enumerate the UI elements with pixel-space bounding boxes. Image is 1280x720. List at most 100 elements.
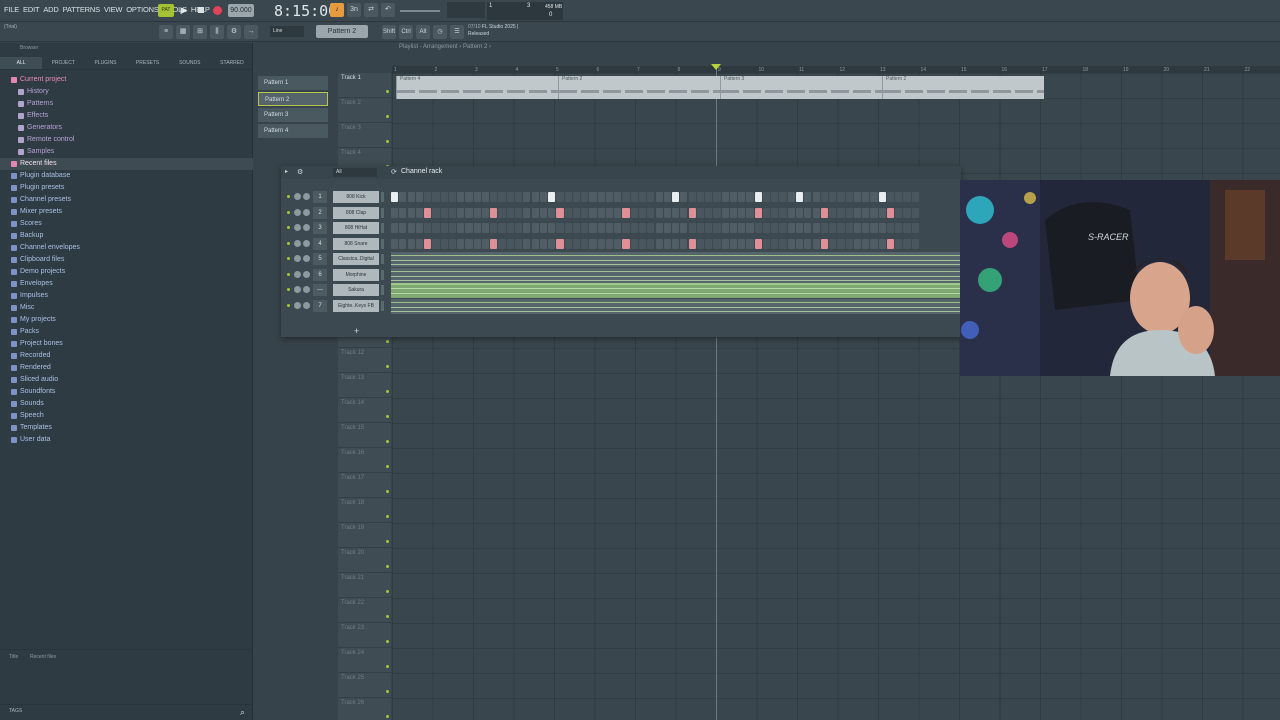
track-mute-led[interactable]: [386, 140, 389, 143]
step-button[interactable]: [672, 223, 680, 233]
menu-edit[interactable]: EDIT: [23, 5, 40, 14]
step-button[interactable]: [498, 238, 506, 249]
step-button[interactable]: [886, 223, 895, 233]
step-button[interactable]: [713, 207, 721, 218]
step-button[interactable]: [589, 223, 597, 233]
step-button[interactable]: [812, 238, 820, 249]
step-button[interactable]: [523, 238, 531, 249]
channel-piano-roll-preview[interactable]: [391, 267, 961, 283]
channel-pan-knob[interactable]: [294, 239, 301, 247]
step-button[interactable]: [721, 223, 729, 233]
step-button[interactable]: [862, 223, 870, 233]
step-button[interactable]: [771, 223, 779, 233]
play-button[interactable]: ▶: [177, 4, 191, 17]
step-button[interactable]: [407, 223, 415, 233]
step-button[interactable]: [862, 192, 870, 202]
channel-select-indicator[interactable]: [381, 192, 384, 202]
step-button[interactable]: [539, 238, 547, 249]
step-button[interactable]: [605, 207, 614, 218]
channel-select-indicator[interactable]: [381, 269, 384, 280]
channel-name-button[interactable]: Morphine: [333, 268, 379, 281]
step-button[interactable]: [432, 192, 440, 202]
step-button[interactable]: [498, 223, 506, 233]
track-mute-led[interactable]: [386, 540, 389, 543]
step-button[interactable]: [589, 238, 597, 249]
tempo-display[interactable]: 90.000: [228, 4, 254, 17]
step-button[interactable]: [490, 238, 498, 249]
menu-view[interactable]: VIEW: [104, 5, 123, 14]
pattern-clip[interactable]: Pattern 4: [396, 76, 558, 99]
step-button[interactable]: [762, 207, 771, 218]
step-button[interactable]: [572, 223, 581, 233]
step-button[interactable]: [713, 238, 721, 249]
tab-plugins[interactable]: PLUGINS: [84, 57, 126, 69]
step-button[interactable]: [647, 207, 655, 218]
channel-pan-knob[interactable]: [294, 193, 301, 200]
step-button[interactable]: [564, 238, 572, 249]
step-button[interactable]: [424, 238, 432, 249]
step-button[interactable]: [862, 238, 870, 249]
plugin-icon[interactable]: ⚙: [227, 25, 241, 39]
pattern-picker-item[interactable]: Pattern 1: [258, 76, 328, 90]
step-button[interactable]: [663, 238, 671, 249]
track-header[interactable]: Track 16: [338, 448, 391, 473]
channel-row[interactable]: 2 808 Clap: [281, 206, 961, 221]
step-button[interactable]: [713, 192, 721, 202]
step-button[interactable]: [705, 238, 713, 249]
menu-options[interactable]: OPTIONS: [126, 5, 159, 14]
pattern-clip[interactable]: Pattern 2: [882, 76, 1044, 99]
step-button[interactable]: [655, 192, 663, 202]
step-button[interactable]: [399, 223, 407, 233]
browser-item[interactable]: Channel presets: [0, 194, 253, 206]
step-button[interactable]: [738, 192, 746, 202]
step-button[interactable]: [796, 223, 804, 233]
step-button[interactable]: [878, 207, 886, 218]
step-button[interactable]: [531, 207, 539, 218]
step-button[interactable]: [746, 238, 754, 249]
step-button[interactable]: [705, 207, 713, 218]
step-button[interactable]: [762, 238, 771, 249]
step-button[interactable]: [903, 238, 911, 249]
step-button[interactable]: [680, 207, 688, 218]
step-button[interactable]: [622, 192, 630, 202]
channel-name-button[interactable]: Eighte..Keys FB: [333, 299, 379, 312]
step-button[interactable]: [829, 192, 837, 202]
step-button[interactable]: [465, 192, 473, 202]
channel-name-button[interactable]: 808 Snare: [333, 237, 379, 250]
step-button[interactable]: [448, 192, 457, 202]
track-header[interactable]: Track 2: [338, 98, 391, 123]
step-button[interactable]: [581, 238, 589, 249]
step-button[interactable]: [581, 192, 589, 202]
track-mute-led[interactable]: [386, 615, 389, 618]
step-button[interactable]: [506, 192, 514, 202]
track-mute-led[interactable]: [386, 690, 389, 693]
piano-roll-icon[interactable]: ▦: [176, 25, 190, 39]
track-header[interactable]: Track 22: [338, 598, 391, 623]
step-button[interactable]: [655, 223, 663, 233]
channel-volume-knob[interactable]: [303, 208, 310, 216]
track-header[interactable]: Track 18: [338, 498, 391, 523]
channel-row[interactable]: 1 808 Kick: [281, 190, 961, 205]
step-button[interactable]: [539, 223, 547, 233]
step-button[interactable]: [556, 207, 564, 218]
step-button[interactable]: [424, 192, 432, 202]
step-button[interactable]: [415, 223, 423, 233]
step-button[interactable]: [473, 207, 481, 218]
browser-item[interactable]: Channel envelopes: [0, 242, 253, 254]
step-button[interactable]: [647, 192, 655, 202]
ctrl-button[interactable]: Ctrl: [399, 25, 413, 39]
step-button[interactable]: [787, 207, 795, 218]
step-button[interactable]: [754, 207, 762, 218]
step-button[interactable]: [886, 238, 895, 249]
tab-sounds[interactable]: SOUNDS: [169, 57, 211, 69]
track-header[interactable]: Track 14: [338, 398, 391, 423]
browser-item[interactable]: Samples: [0, 146, 253, 158]
channel-select-indicator[interactable]: [381, 254, 384, 264]
step-button[interactable]: [754, 192, 762, 202]
step-button[interactable]: [829, 238, 837, 249]
track-header[interactable]: Track 23: [338, 623, 391, 648]
step-button[interactable]: [424, 223, 432, 233]
track-mute-led[interactable]: [386, 565, 389, 568]
step-button[interactable]: [448, 223, 457, 233]
step-button[interactable]: [845, 192, 853, 202]
